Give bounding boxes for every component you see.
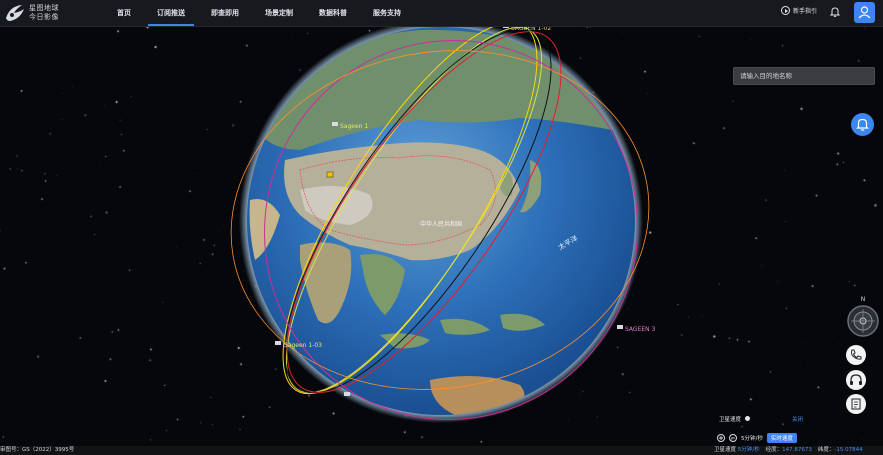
guide-button[interactable]: 新手指引: [781, 6, 817, 15]
longitude-label: 经度：: [765, 447, 783, 453]
satellite-marker[interactable]: SAGEEN 3: [617, 325, 656, 333]
speed-decrease-button[interactable]: [729, 434, 737, 442]
nav-item-scene-custom[interactable]: 场景定制: [252, 0, 306, 26]
nav-item-data-science[interactable]: 数据科普: [306, 0, 360, 26]
user-icon: [858, 6, 871, 19]
satellite-label: Sageen 1: [340, 123, 368, 130]
logo-text: 星图地球 今日影像: [29, 4, 59, 22]
logo-icon: [6, 5, 24, 21]
plus-icon: [719, 436, 723, 440]
minus-icon: [731, 437, 735, 439]
logo-line-1: 星图地球: [29, 4, 59, 12]
status-speed-value: 5分钟/秒: [737, 447, 760, 453]
satellite-marker[interactable]: [326, 171, 334, 178]
license-number: 审图号：GS（2022）3995号: [0, 447, 75, 453]
main-nav: 首页 订阅推送 即查即用 场景定制 数据科普 服务支持: [104, 0, 414, 26]
play-icon: [781, 6, 790, 15]
logo[interactable]: 星图地球 今日影像: [4, 3, 74, 23]
close-speed-button[interactable]: 关闭: [792, 415, 803, 423]
top-navigation-bar: 星图地球 今日影像 首页 订阅推送 即查即用 场景定制 数据科普 服务支持 新手…: [0, 0, 883, 27]
guide-label: 新手指引: [793, 8, 818, 15]
floating-notification-button[interactable]: [851, 113, 874, 136]
status-bar: 审图号：GS（2022）3995号 卫星速度 5分钟/秒 经度：147.8767…: [0, 446, 883, 455]
nav-item-instant-query[interactable]: 即查即用: [198, 0, 252, 26]
longitude-value: 147.87673: [782, 447, 812, 453]
latitude-value: -15.07844: [834, 447, 863, 453]
speed-increase-button[interactable]: [717, 434, 725, 442]
realtime-speed-button[interactable]: 实时速度: [766, 433, 797, 443]
phone-contact-button[interactable]: [846, 345, 866, 365]
country-label: 中华人民共和国: [420, 220, 462, 228]
destination-search-input[interactable]: [733, 67, 875, 85]
satellite-label: SAGEEN 3: [625, 326, 656, 333]
logo-line-2: 今日影像: [29, 13, 59, 21]
compass-control[interactable]: N: [846, 295, 880, 339]
user-avatar-button[interactable]: [854, 2, 875, 23]
nav-item-home[interactable]: 首页: [104, 0, 144, 26]
edit-document-icon: [851, 398, 861, 410]
bell-icon: [856, 118, 869, 131]
satellite-marker[interactable]: [344, 392, 350, 396]
nav-item-service-support[interactable]: 服务支持: [360, 0, 414, 26]
latitude-label: 纬度：: [817, 447, 835, 453]
satellite-label: Sageen 1-03: [284, 342, 322, 349]
nav-item-subscription[interactable]: 订阅推送: [144, 0, 198, 26]
speed-controls: 5分钟/秒 实时速度: [717, 432, 797, 444]
satellite-speed-label: 卫星速度: [719, 415, 750, 423]
headset-icon: [850, 374, 862, 385]
speed-value: 5分钟/秒: [741, 436, 763, 442]
notification-bell-icon[interactable]: [829, 6, 841, 18]
compass-north-label: N: [861, 296, 866, 303]
feedback-button[interactable]: [846, 394, 866, 414]
status-speed-label: 卫星速度: [714, 447, 737, 453]
info-icon: [744, 416, 750, 421]
phone-icon: [851, 349, 862, 360]
status-readout: 卫星速度 5分钟/秒 经度：147.87673 纬度：-15.07844: [714, 446, 863, 455]
customer-service-button[interactable]: [846, 370, 866, 390]
